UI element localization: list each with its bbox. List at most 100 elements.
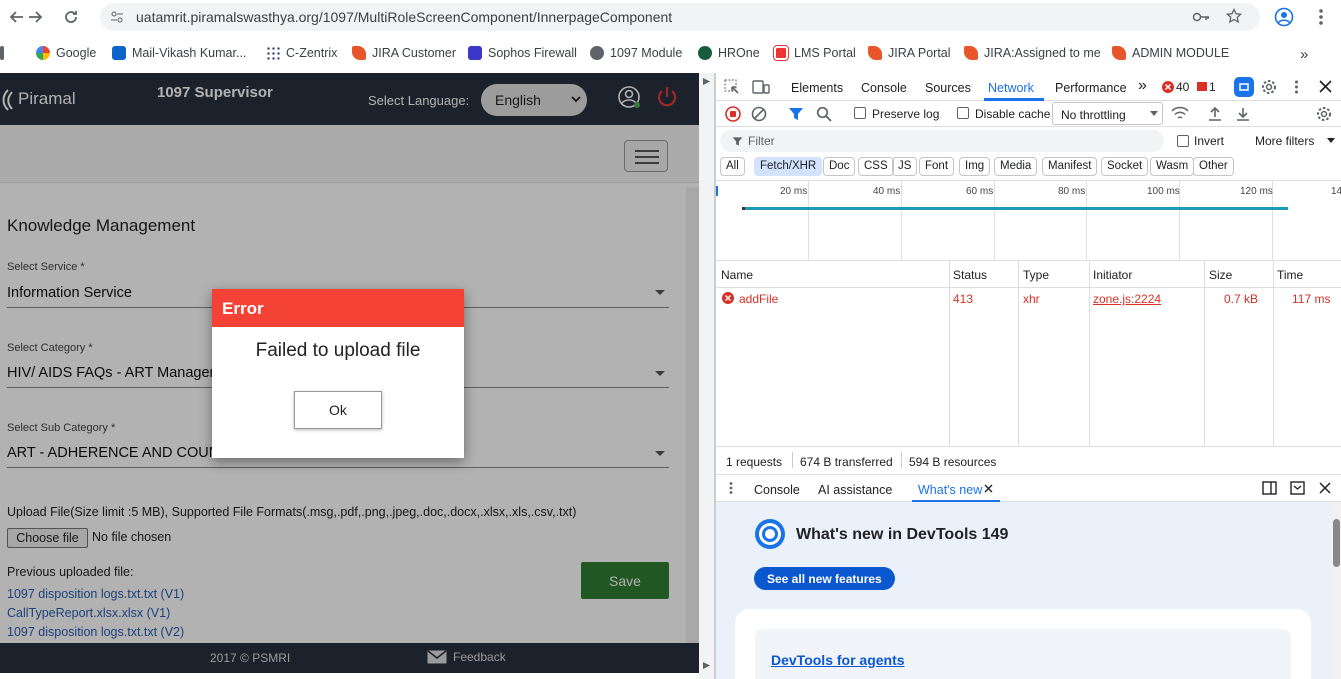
close-tab-icon[interactable] (984, 484, 993, 493)
column-initiator[interactable]: Initiator (1093, 268, 1132, 282)
type-filter-wasm[interactable]: Wasm (1150, 157, 1195, 176)
bookmark-admin[interactable]: ADMIN MODULE (1112, 46, 1229, 60)
type-filter-fetch-xhr[interactable]: Fetch/XHR (754, 157, 823, 176)
outlook-icon (112, 46, 126, 60)
type-filter-other[interactable]: Other (1193, 157, 1234, 176)
drawer-tab-console[interactable]: Console (754, 483, 800, 497)
scrollbar-thumb[interactable] (1333, 519, 1340, 567)
bookmark-hrone[interactable]: HROne (698, 46, 760, 60)
tab-network[interactable]: Network (988, 81, 1034, 95)
error-counter[interactable]: 40 (1162, 80, 1189, 94)
type-filter-manifest[interactable]: Manifest (1042, 157, 1098, 176)
bookmark-google[interactable]: Google (36, 46, 96, 60)
site-info-icon[interactable] (110, 10, 124, 24)
see-all-features-button[interactable]: See all new features (754, 567, 895, 590)
issue-counter[interactable]: 1 (1197, 80, 1216, 94)
minimize-drawer-icon[interactable] (1290, 481, 1305, 495)
throttling-select[interactable]: No throttling (1052, 102, 1163, 125)
bookmark-star-icon[interactable] (1226, 8, 1242, 24)
type-filter-css[interactable]: CSS (858, 157, 894, 176)
network-settings-gear-icon[interactable] (1316, 106, 1332, 122)
type-filter-socket[interactable]: Socket (1101, 157, 1149, 176)
error-count: 40 (1176, 80, 1190, 94)
devtools-menu-icon[interactable] (1294, 80, 1299, 94)
whats-new-panel: What's new in DevTools 149 See all new f… (716, 502, 1331, 679)
disable-cache-checkbox[interactable] (957, 107, 969, 119)
import-har-icon[interactable] (1208, 106, 1222, 122)
type-filter-doc[interactable]: Doc (823, 157, 856, 176)
column-size[interactable]: Size (1209, 268, 1232, 282)
close-devtools-icon[interactable] (1319, 80, 1332, 93)
drawer-scrollbar[interactable] (1331, 502, 1341, 679)
bookmark-jira-assigned[interactable]: JIRA:Assigned to me (964, 46, 1101, 60)
invert-checkbox[interactable] (1177, 135, 1189, 147)
dialog-title: Error (212, 289, 464, 327)
preserve-log-checkbox[interactable] (854, 107, 866, 119)
apps-icon[interactable] (0, 46, 4, 60)
chevron-down-icon (1327, 138, 1335, 143)
profile-icon[interactable] (1274, 7, 1294, 27)
table-row[interactable]: addFile 413 xhr zone.js:2224 0.7 kB 117 … (716, 288, 1341, 310)
clear-icon[interactable] (751, 106, 767, 122)
bookmark-jira-portal[interactable]: JIRA Portal (868, 46, 951, 60)
request-table-header: Name Status Type Initiator Size Time (716, 261, 1341, 288)
reload-icon (65, 11, 77, 23)
record-stop-icon[interactable] (725, 106, 741, 122)
drawer-menu-icon[interactable] (729, 482, 733, 494)
bookmark-czentrix[interactable]: C-Zentrix (266, 46, 337, 60)
ok-button[interactable]: Ok (294, 391, 382, 429)
drawer-tab-whats-new[interactable]: What's new (918, 483, 982, 497)
dock-side-icon[interactable] (1262, 481, 1277, 495)
devtools-resize-handle[interactable] (699, 73, 715, 679)
more-filters-button[interactable]: More filters (1255, 134, 1335, 148)
collapse-arrow-icon[interactable] (702, 77, 710, 86)
bookmark-mail[interactable]: Mail-Vikash Kumar... (112, 46, 246, 60)
error-icon (722, 292, 734, 304)
bookmark-lms[interactable]: LMS Portal (773, 45, 856, 61)
tab-sources[interactable]: Sources (925, 81, 971, 95)
search-icon[interactable] (816, 106, 832, 122)
bookmark-1097[interactable]: 1097 Module (590, 46, 682, 60)
column-status[interactable]: Status (953, 268, 987, 282)
reload-button[interactable] (60, 6, 82, 28)
type-filter-all[interactable]: All (720, 157, 745, 176)
tab-console[interactable]: Console (861, 81, 907, 95)
request-initiator-link[interactable]: zone.js:2224 (1093, 292, 1161, 306)
bookmark-jira-customer[interactable]: JIRA Customer (352, 46, 456, 60)
devtools-for-agents-link[interactable]: DevTools for agents (771, 652, 905, 668)
drawer-tab-ai-assistance[interactable]: AI assistance (818, 483, 892, 497)
settings-gear-icon[interactable] (1261, 79, 1277, 95)
export-har-icon[interactable] (1236, 106, 1250, 122)
filter-input[interactable]: Filter (720, 130, 1164, 152)
network-conditions-icon[interactable] (1171, 106, 1189, 122)
bookmark-sophos[interactable]: Sophos Firewall (468, 46, 577, 60)
tab-elements[interactable]: Elements (791, 81, 843, 95)
filter-funnel-icon[interactable] (788, 106, 804, 122)
type-filter-font[interactable]: Font (919, 157, 955, 176)
timeline-tick: 40 ms (873, 186, 901, 197)
column-type[interactable]: Type (1023, 268, 1049, 282)
password-key-icon[interactable] (1192, 10, 1210, 24)
more-bookmarks-button[interactable]: » (1300, 46, 1308, 63)
close-drawer-icon[interactable] (1319, 482, 1331, 494)
request-name[interactable]: addFile (739, 292, 778, 306)
type-filter-js[interactable]: JS (892, 157, 918, 176)
browser-menu-icon[interactable] (1318, 8, 1324, 26)
ai-assistant-icon[interactable] (1234, 77, 1254, 97)
more-filters-label: More filters (1255, 134, 1315, 148)
filter-row: Filter Invert More filters (716, 127, 1341, 155)
column-name[interactable]: Name (721, 268, 753, 282)
device-toolbar-icon[interactable] (752, 79, 770, 95)
request-size: 0.7 kB (1224, 292, 1259, 306)
more-tabs-button[interactable]: » (1138, 77, 1147, 95)
type-filter-img[interactable]: Img (959, 157, 991, 176)
network-overview-timeline[interactable]: 20 ms 40 ms 60 ms 80 ms 100 ms 120 ms 14 (716, 181, 1341, 261)
url-text[interactable]: uatamrit.piramalswasthya.org/1097/MultiR… (136, 9, 672, 25)
forward-button[interactable] (24, 6, 46, 28)
inspect-element-icon[interactable] (724, 79, 740, 95)
column-time[interactable]: Time (1277, 268, 1303, 282)
summary-requests: 1 requests (726, 455, 783, 469)
collapse-arrow-icon[interactable] (702, 661, 711, 670)
type-filter-media[interactable]: Media (994, 157, 1038, 176)
tab-performance[interactable]: Performance (1055, 81, 1127, 95)
